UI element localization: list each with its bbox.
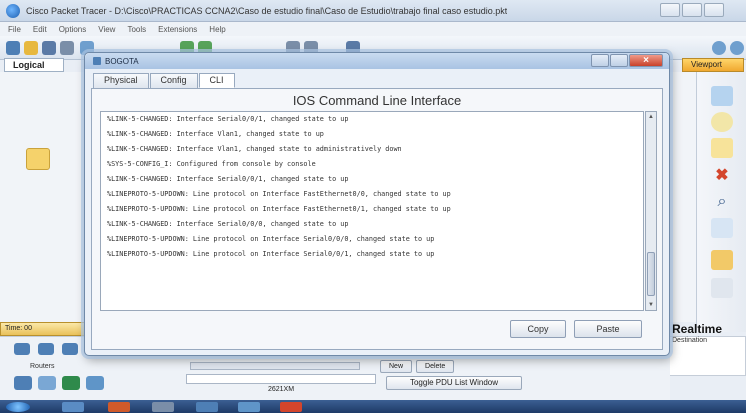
move-layout-icon[interactable] — [711, 112, 733, 132]
paste-button[interactable]: Paste — [574, 320, 642, 338]
model-scrollbar[interactable] — [186, 374, 376, 384]
root-folder-icon[interactable] — [26, 148, 50, 170]
start-button-icon[interactable] — [6, 402, 30, 412]
tab-logical[interactable]: Logical — [4, 58, 64, 72]
device-model-panel: 2621XM — [186, 360, 376, 400]
copy-button[interactable]: Copy — [510, 320, 566, 338]
console-scrollbar[interactable]: ▲ ▼ — [645, 111, 657, 311]
taskbar-network-icon[interactable] — [238, 402, 260, 412]
windows-taskbar — [0, 400, 746, 413]
app-title-bar: Cisco Packet Tracer - D:\Cisco\PRACTICAS… — [0, 0, 746, 22]
router-icon — [93, 57, 101, 65]
scroll-up-arrow-icon[interactable]: ▲ — [646, 112, 656, 122]
tab-physical[interactable]: Physical — [93, 73, 149, 88]
delete-scenario-button[interactable]: Delete — [416, 360, 455, 373]
open-folder-icon[interactable] — [24, 41, 38, 55]
dialog-maximize-button[interactable] — [610, 54, 628, 67]
dialog-tabs: Physical Config CLI — [93, 73, 236, 88]
end-device-icon[interactable] — [14, 376, 32, 390]
switch-category-icon[interactable] — [38, 343, 54, 355]
console-line: %LINEPROTO-5-UPDOWN: Line protocol on In… — [107, 235, 435, 243]
taskbar-packet-tracer-icon[interactable] — [196, 402, 218, 412]
info-icon[interactable] — [712, 41, 726, 55]
router-category-icon[interactable] — [14, 343, 30, 355]
menu-tools[interactable]: Tools — [127, 25, 146, 34]
console-line: %LINK-5-CHANGED: Interface Serial0/0/0, … — [107, 220, 349, 228]
multiuser-icon[interactable] — [86, 376, 104, 390]
tab-viewport[interactable]: Viewport — [682, 58, 744, 72]
scroll-down-arrow-icon[interactable]: ▼ — [646, 300, 656, 310]
help-icon[interactable] — [730, 41, 744, 55]
console-line: %LINEPROTO-5-UPDOWN: Line protocol on In… — [107, 205, 451, 213]
app-title: Cisco Packet Tracer - D:\Cisco\PRACTICAS… — [26, 5, 508, 16]
new-file-icon[interactable] — [6, 41, 20, 55]
pdu-list-destination-header: Destination — [668, 336, 746, 376]
scrollbar-thumb[interactable] — [647, 252, 655, 296]
device-dialog: BOGOTA × Physical Config CLI IOS Command… — [84, 52, 670, 356]
cli-console[interactable]: %LINK-5-CHANGED: Interface Serial0/0/1, … — [100, 111, 644, 311]
hub-category-icon[interactable] — [62, 343, 78, 355]
device-category-label: Routers — [30, 363, 55, 370]
time-indicator: Time: 00 — [0, 322, 88, 336]
toggle-pdu-list-button[interactable]: Toggle PDU List Window — [386, 376, 522, 390]
app-close-button[interactable] — [704, 3, 724, 17]
save-icon[interactable] — [42, 41, 56, 55]
menu-file[interactable]: File — [8, 25, 21, 34]
console-line: %LINK-5-CHANGED: Interface Serial0/0/1, … — [107, 175, 349, 183]
device-model-label: 2621XM — [267, 386, 295, 393]
tab-cli[interactable]: CLI — [198, 73, 235, 88]
ios-cli-heading: IOS Command Line Interface — [292, 93, 462, 108]
select-tool-icon[interactable] — [711, 86, 733, 106]
note-icon[interactable] — [711, 138, 733, 158]
tab-config[interactable]: Config — [149, 73, 198, 88]
device-subcategory-row — [14, 376, 104, 390]
taskbar-app-icon[interactable] — [152, 402, 174, 412]
dialog-window-controls: × — [591, 54, 663, 67]
resize-shape-icon[interactable] — [711, 218, 733, 238]
delete-tool-icon[interactable]: ✖ — [711, 166, 733, 186]
menu-view[interactable]: View — [98, 25, 115, 34]
menu-bar: File Edit Options View Tools Extensions … — [0, 22, 746, 36]
inspect-icon[interactable]: ⌕ — [711, 192, 733, 212]
console-line: %SYS-5-CONFIG_I: Configured from console… — [107, 160, 316, 168]
custom-device-icon[interactable] — [62, 376, 80, 390]
print-icon[interactable] — [60, 41, 74, 55]
console-line: %LINK-5-CHANGED: Interface Vlan1, change… — [107, 130, 324, 138]
console-line: %LINK-5-CHANGED: Interface Serial0/0/1, … — [107, 115, 349, 123]
scenario-buttons: New Delete — [380, 360, 455, 373]
menu-options[interactable]: Options — [59, 25, 87, 34]
taskbar-media-icon[interactable] — [280, 402, 302, 412]
wan-emulation-icon[interactable] — [38, 376, 56, 390]
menu-help[interactable]: Help — [209, 25, 225, 34]
add-complex-pdu-icon[interactable] — [711, 278, 733, 298]
app-maximize-button[interactable] — [682, 3, 702, 17]
app-minimize-button[interactable] — [660, 3, 680, 17]
console-line: %LINEPROTO-5-UPDOWN: Line protocol on In… — [107, 190, 451, 198]
console-line: %LINK-5-CHANGED: Interface Vlan1, change… — [107, 145, 402, 153]
taskbar-browser-icon[interactable] — [108, 402, 130, 412]
dialog-minimize-button[interactable] — [591, 54, 609, 67]
dialog-title-bar[interactable]: BOGOTA × — [85, 53, 669, 69]
new-scenario-button[interactable]: New — [380, 360, 413, 373]
model-thumbnail-strip[interactable] — [190, 362, 360, 370]
menu-extensions[interactable]: Extensions — [158, 25, 197, 34]
menu-edit[interactable]: Edit — [33, 25, 47, 34]
add-simple-pdu-icon[interactable] — [711, 250, 733, 270]
dialog-close-button[interactable]: × — [629, 54, 663, 67]
dialog-title: BOGOTA — [105, 56, 139, 66]
packet-tracer-logo-icon — [6, 3, 20, 18]
console-line: %LINEPROTO-5-UPDOWN: Line protocol on In… — [107, 250, 435, 258]
app-window-controls — [660, 3, 724, 17]
right-tool-palette: ✖ ⌕ — [696, 72, 746, 332]
cli-panel: IOS Command Line Interface %LINK-5-CHANG… — [91, 88, 663, 350]
taskbar-explorer-icon[interactable] — [62, 402, 84, 412]
